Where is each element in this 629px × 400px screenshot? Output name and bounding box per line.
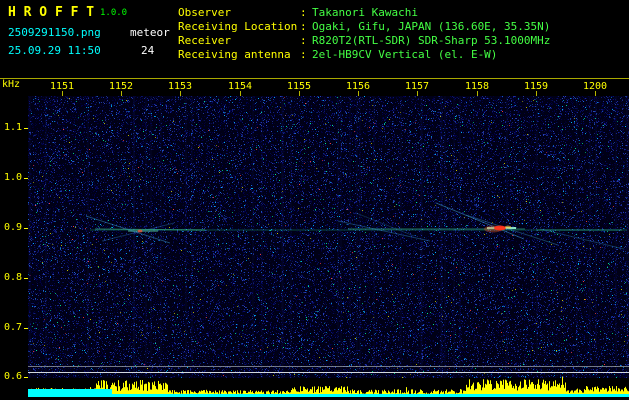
station-value: 2el-HB9CV Vertical (el. E-W) [312,48,498,61]
station-label: Observer [178,6,231,19]
freq-tick-label: 1.0 [3,172,22,183]
station-label: Receiver [178,34,231,47]
station-colon: : [300,20,307,33]
header-separator-line [0,78,629,79]
capture-filename: 2509291150.png [8,26,101,39]
freq-tick-label: 1.1 [3,122,22,133]
freq-tick-label: 0.7 [3,322,22,333]
app-version: 1.0.0 [100,8,128,18]
station-info: Observer: Takanori Kawachi Receiving Loca… [178,6,550,61]
freq-axis-unit: kHz [2,79,21,90]
station-value: Ogaki, Gifu, JAPAN (136.60E, 35.35N) [312,20,551,33]
observation-mode: meteor [130,26,170,39]
station-colon: : [300,34,307,47]
capture-datetime: 25.09.29 11:50 [8,44,101,57]
station-value: Takanori Kawachi [312,6,418,19]
station-colon: : [300,6,307,19]
echo-count: 24 [141,44,155,57]
freq-tick-label: 0.9 [3,222,22,233]
station-value: R820T2(RTL-SDR) SDR-Sharp 53.1000MHz [312,34,551,47]
station-label: Receiving antenna [178,48,291,61]
spectrogram-canvas [28,96,629,400]
freq-tick-label: 0.6 [3,371,22,382]
freq-tick-label: 0.8 [3,272,22,283]
hrofft-screen: H R O F F T 1.0.0 2509291150.png meteor … [0,0,629,400]
station-label: Receiving Location [178,20,298,33]
app-title: H R O F F T [8,5,95,20]
station-colon: : [300,48,307,61]
